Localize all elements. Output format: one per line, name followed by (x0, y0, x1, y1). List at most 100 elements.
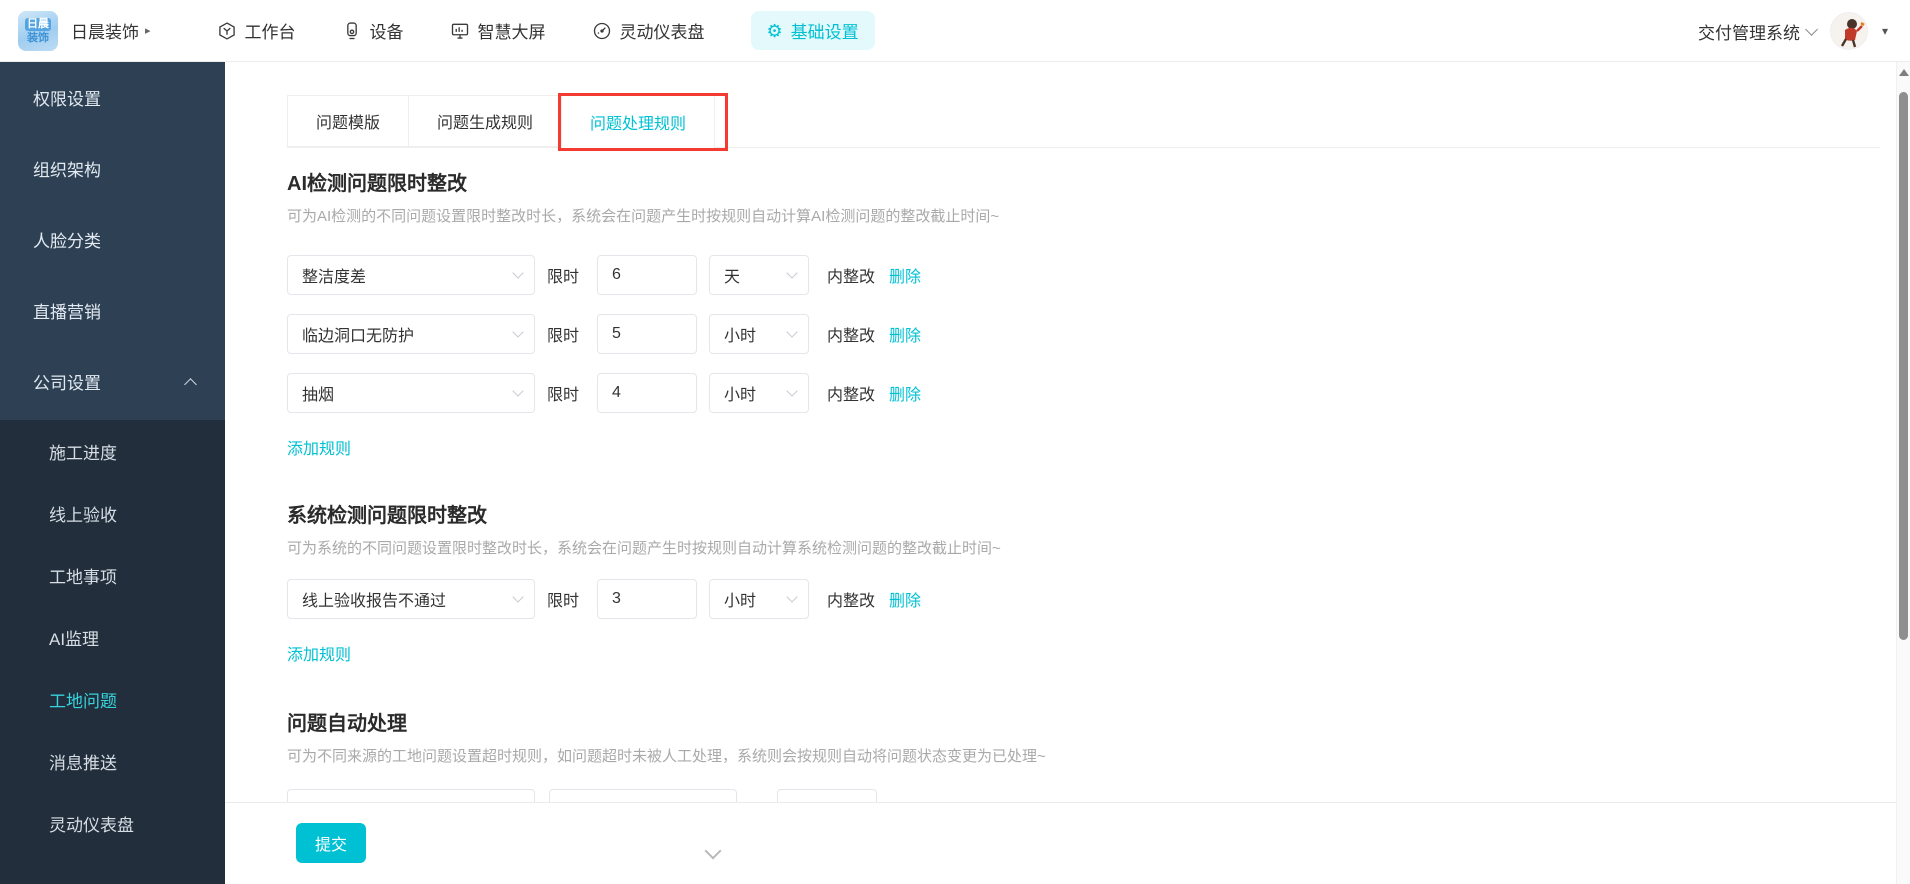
sidebar-item-live-marketing[interactable]: 直播营销 (0, 275, 225, 346)
sidebar-group-company-settings[interactable]: 公司设置 (0, 346, 225, 417)
tab-label: 问题模版 (316, 115, 381, 132)
duration-input[interactable] (597, 373, 698, 413)
chevron-down-icon (786, 385, 798, 397)
problem-select[interactable]: 线上验收报告不通过 (287, 579, 535, 619)
nav-basic-settings[interactable]: ⚙ 基础设置 (750, 11, 875, 50)
unit-select[interactable]: 小时 (709, 373, 810, 413)
section-title-sys-rectify: 系统检测问题限时整改 (287, 505, 487, 527)
app-root: 日晨 装饰 日晨装饰 ▸ 工作台 设备 智慧大屏 灵动仪表盘 ⚙ 基础设置 交付… (0, 0, 1910, 884)
limit-label: 限时 (547, 387, 580, 404)
sidebar: 权限设置 组织架构 人脸分类 直播营销 公司设置 施工进度 线上验收 工地事项 (0, 62, 225, 884)
tab-problem-generation-rules[interactable]: 问题生成规则 (408, 95, 563, 147)
sidebar-item-permission-settings[interactable]: 权限设置 (0, 62, 225, 133)
vertical-scrollbar[interactable] (1896, 62, 1910, 884)
duration-input[interactable] (597, 255, 698, 295)
sidebar-subitem-site-problems[interactable]: 工地问题 (0, 668, 225, 730)
sidebar-item-label: 直播营销 (33, 303, 101, 322)
scrollbar-thumb[interactable] (1899, 92, 1908, 640)
delete-link[interactable]: 删除 (889, 322, 921, 346)
section-desc-auto-handle: 可为不同来源的工地问题设置超时规则，如问题超时未被人工处理，系统则会按规则自动将… (287, 748, 1046, 765)
sidebar-submenu: 施工进度 线上验收 工地事项 AI监理 工地问题 消息推送 灵动仪表盘 (0, 420, 225, 884)
sidebar-subitem-site-matters[interactable]: 工地事项 (0, 544, 225, 606)
sidebar-subitem-dashboard[interactable]: 灵动仪表盘 (0, 792, 225, 854)
unit-select-value: 小时 (724, 387, 757, 404)
main-content: 问题模版 问题生成规则 问题处理规则 AI检测问题限时整改 可为AI检测的不同问… (225, 62, 1896, 884)
duration-input[interactable] (597, 314, 698, 354)
submit-button[interactable]: 提交 (296, 823, 366, 863)
sidebar-subitem-message-push[interactable]: 消息推送 (0, 730, 225, 792)
sidebar-subitem-label: 工地问题 (49, 691, 117, 711)
company-caret-icon[interactable]: ▸ (145, 24, 151, 37)
top-nav: 工作台 设备 智慧大屏 灵动仪表盘 ⚙ 基础设置 (217, 11, 875, 50)
unit-select-value: 天 (724, 269, 741, 286)
delete-link[interactable]: 删除 (889, 263, 921, 287)
chevron-down-icon (512, 267, 524, 279)
nav-smart-screen-label: 智慧大屏 (477, 23, 546, 42)
unit-select[interactable]: 天 (709, 255, 810, 295)
chevron-down-icon (1805, 22, 1818, 36)
nav-workbench[interactable]: 工作台 (217, 18, 296, 43)
sidebar-subitem-construction-progress[interactable]: 施工进度 (0, 420, 225, 482)
unit-select-value: 小时 (724, 328, 757, 345)
tenant-switcher[interactable]: 交付管理系统 (1697, 19, 1818, 44)
tab-problem-handling-rules[interactable]: 问题处理规则 (561, 95, 716, 149)
device-icon (342, 21, 362, 41)
within-rectify-label: 内整改 (827, 593, 876, 610)
delete-link[interactable]: 删除 (889, 587, 921, 611)
nav-dashboard[interactable]: 灵动仪表盘 (592, 18, 705, 43)
nav-dashboard-label: 灵动仪表盘 (619, 23, 705, 42)
chevron-down-icon (786, 326, 798, 338)
problem-select-value: 线上验收报告不通过 (302, 593, 447, 610)
company-logo[interactable]: 日晨 装饰 (18, 10, 58, 51)
unit-select[interactable]: 小时 (709, 314, 810, 354)
section-title-auto-handle: 问题自动处理 (287, 713, 407, 735)
nav-basic-settings-label: 基础设置 (790, 23, 859, 42)
limit-label: 限时 (547, 269, 580, 286)
tab-label: 问题处理规则 (590, 116, 687, 133)
topbar-right: 交付管理系统 ▾ (1698, 0, 1888, 62)
rule-row: 线上验收报告不通过 限时 小时 内整改 删除 (287, 579, 1847, 619)
section-desc-sys-rectify: 可为系统的不同问题设置限时整改时长，系统会在问题产生时按规则自动计算系统检测问题… (287, 540, 1001, 557)
avatar[interactable] (1829, 12, 1868, 50)
sidebar-subitem-label: 工地事项 (49, 567, 117, 587)
within-rectify-label: 内整改 (827, 328, 876, 345)
section-title-ai-rectify: AI检测问题限时整改 (287, 173, 467, 195)
chevron-down-icon (786, 591, 798, 603)
problem-select-value: 整洁度差 (302, 269, 367, 286)
duration-input[interactable] (597, 579, 698, 619)
nav-workbench-label: 工作台 (244, 23, 296, 42)
limit-label: 限时 (547, 328, 580, 345)
collapse-chevron-icon[interactable] (704, 842, 722, 860)
sidebar-subitem-label: AI监理 (49, 629, 100, 649)
sidebar-subitem-label: 施工进度 (49, 443, 117, 463)
unit-select[interactable]: 小时 (709, 579, 810, 619)
problem-select[interactable]: 整洁度差 (287, 255, 535, 295)
add-rule-link[interactable]: 添加规则 (287, 641, 351, 665)
problem-select-value: 抽烟 (302, 387, 335, 404)
chevron-down-icon (512, 591, 524, 603)
nav-smart-screen[interactable]: 智慧大屏 (450, 18, 546, 43)
rule-row: 抽烟 限时 小时 内整改 删除 (287, 373, 1847, 413)
sidebar-subitem-ai-supervision[interactable]: AI监理 (0, 606, 225, 668)
logo-text-bottom: 装饰 (27, 31, 49, 44)
sidebar-item-label: 权限设置 (33, 90, 101, 109)
chevron-down-icon (512, 326, 524, 338)
sidebar-subitem-online-acceptance[interactable]: 线上验收 (0, 482, 225, 544)
sidebar-group-label: 公司设置 (33, 374, 101, 393)
add-rule-link[interactable]: 添加规则 (287, 435, 351, 459)
scroll-up-arrow-icon[interactable] (1899, 69, 1909, 76)
tabs-bar: 问题模版 问题生成规则 问题处理规则 (287, 95, 1880, 149)
sidebar-item-face-classification[interactable]: 人脸分类 (0, 204, 225, 275)
tab-problem-template[interactable]: 问题模版 (287, 95, 410, 147)
sidebar-item-label: 组织架构 (33, 161, 101, 180)
sidebar-item-org-structure[interactable]: 组织架构 (0, 133, 225, 204)
problem-select[interactable]: 临边洞口无防护 (287, 314, 535, 354)
nav-device[interactable]: 设备 (342, 18, 404, 43)
problem-select[interactable]: 抽烟 (287, 373, 535, 413)
section-desc-ai-rectify: 可为AI检测的不同问题设置限时整改时长，系统会在问题产生时按规则自动计算AI检测… (287, 208, 1000, 225)
account-caret-icon[interactable]: ▾ (1882, 24, 1888, 38)
delete-link[interactable]: 删除 (889, 381, 921, 405)
within-rectify-label: 内整改 (827, 387, 876, 404)
tenant-label: 交付管理系统 (1697, 23, 1800, 43)
company-name[interactable]: 日晨装饰 (71, 18, 139, 43)
